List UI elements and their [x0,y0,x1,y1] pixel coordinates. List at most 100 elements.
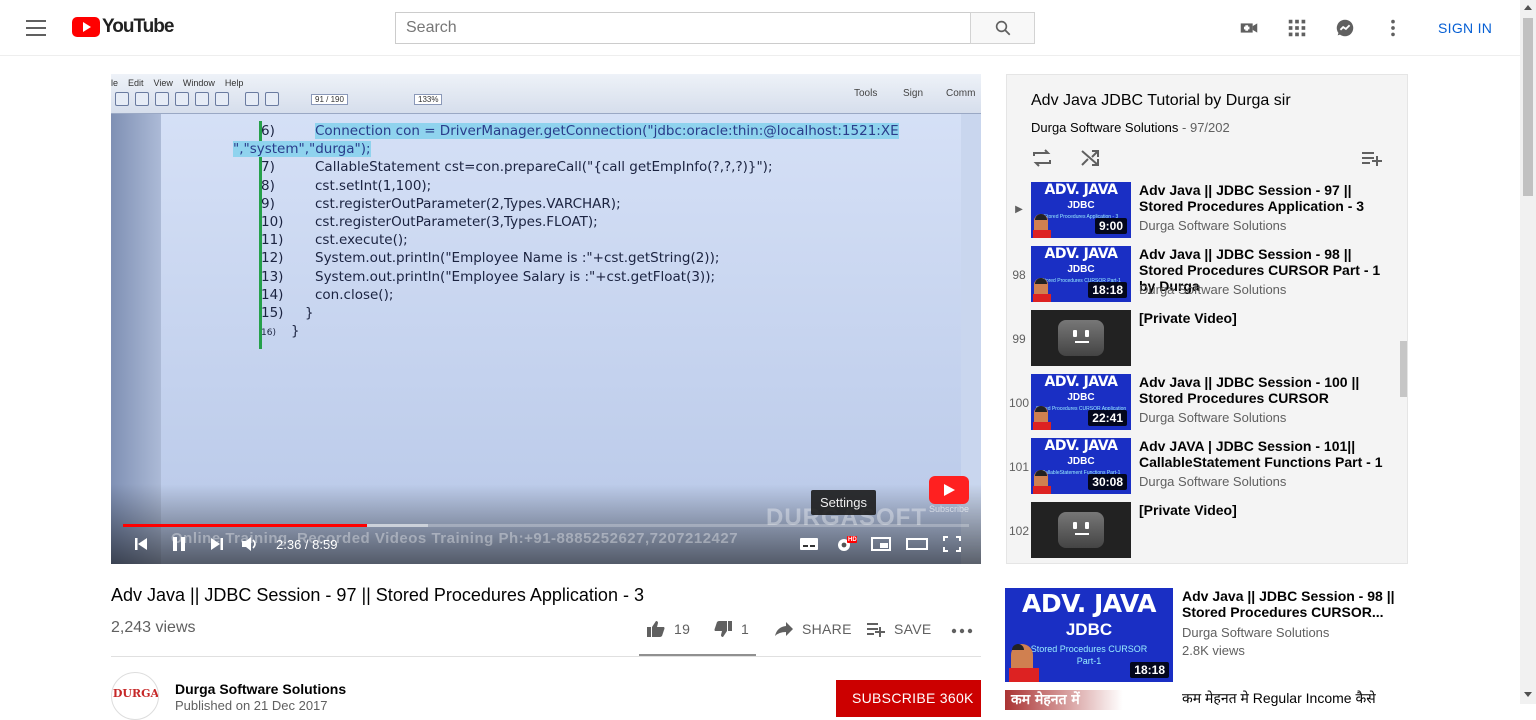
playlist-thumbnail[interactable]: ADV. JAVA JDBC Stored Procedures CURSOR … [1031,246,1131,302]
code-line: 13) System.out.println("Employee Salary i… [261,268,899,286]
recommendation-item[interactable]: ADV. JAVA JDBC Stored Procedures CURSOR … [1005,588,1405,684]
line-number: 12) [261,250,284,267]
playlist-item[interactable]: 98 ADV. JAVA JDBC Stored Procedures CURS… [1007,246,1397,306]
more-vert-icon[interactable] [1382,17,1404,39]
save-playlist-icon[interactable] [1361,147,1383,169]
thumb-title: ADV. JAVA [1044,246,1119,262]
thumb-subtitle: JDBC [1065,620,1113,639]
save-button[interactable]: SAVE [866,620,932,638]
private-video-icon [1058,320,1104,356]
progress-played [123,524,368,527]
playlist-thumbnail[interactable]: ADV. JAVA JDBC Stored Procedures CURSOR … [1031,374,1131,430]
playlist-thumbnail[interactable]: ADV. JAVA JDBC CallableStatement Functio… [1031,438,1131,494]
settings-tooltip: Settings [811,490,876,515]
thumbs-down-icon [714,621,732,637]
loop-icon[interactable] [1031,147,1053,169]
playlist-item-title[interactable]: Adv Java || JDBC Session - 97 || Stored … [1139,182,1389,214]
playlist-item-title[interactable]: Adv Java || JDBC Session - 100 || Stored… [1139,374,1389,406]
dislike-count: 1 [741,621,750,637]
line-number: 14) [261,286,284,303]
recommendation-title[interactable]: Adv Java || JDBC Session - 98 || Stored … [1182,588,1402,620]
presenter-shirt [1033,422,1051,430]
like-button[interactable]: 19 [646,620,690,638]
private-video-thumbnail[interactable] [1031,502,1131,558]
recommendation-thumbnail[interactable]: कम मेहनत में [1005,690,1173,710]
playlist-index: 101 [1008,460,1030,474]
miniplayer-icon[interactable] [871,536,891,552]
youtube-logo[interactable]: YouTube [72,16,174,38]
pause-icon[interactable] [171,536,187,552]
video-title: Adv Java || JDBC Session - 97 || Stored … [111,585,644,605]
playlist-item[interactable]: ▶ ADV. JAVA JDBC Stored Procedures Appli… [1007,182,1397,242]
recommendation-item[interactable]: कम मेहनत में कम मेहनत मे Regular Income … [1005,690,1405,710]
recommendation-thumbnail[interactable]: ADV. JAVA JDBC Stored Procedures CURSOR … [1005,588,1173,682]
thumb-title: ADV. JAVA [1022,589,1156,618]
pdf-comment-label: Comm [946,88,976,99]
scroll-down-arrow-icon[interactable] [1524,692,1532,697]
volume-icon[interactable] [241,536,259,552]
dislike-button[interactable]: 1 [713,620,749,638]
subtitles-icon[interactable] [799,536,819,552]
scroll-up-arrow-icon[interactable] [1524,5,1532,10]
presenter-shirt [1033,230,1051,238]
pdf-tool-icons [115,92,279,110]
private-video-thumbnail[interactable] [1031,310,1131,366]
playlist-channel[interactable]: Durga Software Solutions [1031,120,1178,135]
pdf-zoom: 133% [414,94,443,105]
messages-icon[interactable] [1334,17,1356,39]
theater-mode-icon[interactable] [906,536,928,552]
page-scrollbar[interactable] [1520,0,1536,704]
playlist-item[interactable]: 99 [Private Video] [1007,310,1397,370]
subscribe-watermark-icon[interactable] [929,476,969,504]
playlist-scrollbar-thumb[interactable] [1400,341,1407,397]
hamburger-icon[interactable] [24,18,48,38]
playlist-item[interactable]: 102 [Private Video] [1007,502,1397,562]
pdf-menu-item: Help [224,78,244,88]
code-line: 14) con.close(); [261,286,899,304]
search-input[interactable]: Search [395,12,971,44]
playlist-item-title[interactable]: [Private Video] [1139,502,1389,518]
playlist-item-title[interactable]: [Private Video] [1139,310,1389,326]
more-actions-icon[interactable] [951,624,973,638]
duration-badge: 9:00 [1094,218,1127,234]
code-line: 6) Connection con = DriverManager.getConn… [261,122,899,140]
code-text: cst.setInt(1,100); [315,177,432,194]
playlist-thumbnail[interactable]: ADV. JAVA JDBC Stored Procedures Applica… [1031,182,1131,238]
share-button[interactable]: SHARE [774,620,852,638]
search-button[interactable] [970,12,1035,44]
youtube-play-icon [72,17,100,37]
channel-name[interactable]: Durga Software Solutions [175,681,346,697]
previous-icon[interactable] [133,536,149,552]
scrollbar-thumb[interactable] [1523,18,1533,196]
line-number: 16) [261,328,276,339]
playlist-item-channel: Durga Software Solutions [1139,282,1287,297]
progress-bar[interactable] [123,524,969,527]
channel-avatar[interactable]: DURGA [111,672,159,720]
recommendation-views: 2.8K views [1182,643,1245,658]
shuffle-icon[interactable] [1079,147,1101,169]
pdf-menu-item: Window [182,78,215,88]
playlist-index: ▶ [1015,204,1023,215]
code-line: 11) cst.execute(); [261,231,899,249]
code-line: 10) cst.registerOutParameter(3,Types.FLOA… [261,213,899,231]
pdf-page-number: 91 / 190 [311,94,348,105]
playlist-item[interactable]: 100 ADV. JAVA JDBC Stored Procedures CUR… [1007,374,1397,434]
line-number: 7) [261,159,275,176]
sign-in-button[interactable]: SIGN IN [1438,20,1492,36]
recommendation-channel[interactable]: Durga Software Solutions [1182,625,1329,640]
apps-grid-icon[interactable] [1286,17,1308,39]
playlist-item[interactable]: 101 ADV. JAVA JDBC CallableStatement Fun… [1007,438,1397,498]
playlist-item-title[interactable]: Adv JAVA | JDBC Session - 101|| Callable… [1139,438,1389,470]
thumb-subtitle: JDBC [1067,200,1095,211]
playlist-title[interactable]: Adv Java JDBC Tutorial by Durga sir [1031,92,1291,110]
next-icon[interactable] [209,536,225,552]
code-line: 12) System.out.println("Employee Name is … [261,249,899,267]
video-player[interactable]: le Edit View Window Help 91 / 190 133% Tools… [111,74,981,564]
fullscreen-icon[interactable] [943,536,961,552]
save-label: SAVE [894,621,932,637]
playlist-index: 100 [1008,396,1030,410]
playlist-add-icon [867,623,885,637]
playlist-item-channel: Durga Software Solutions [1139,218,1287,233]
video-camera-icon[interactable] [1238,17,1260,39]
subscribe-button[interactable]: SUBSCRIBE 360K [836,680,981,717]
